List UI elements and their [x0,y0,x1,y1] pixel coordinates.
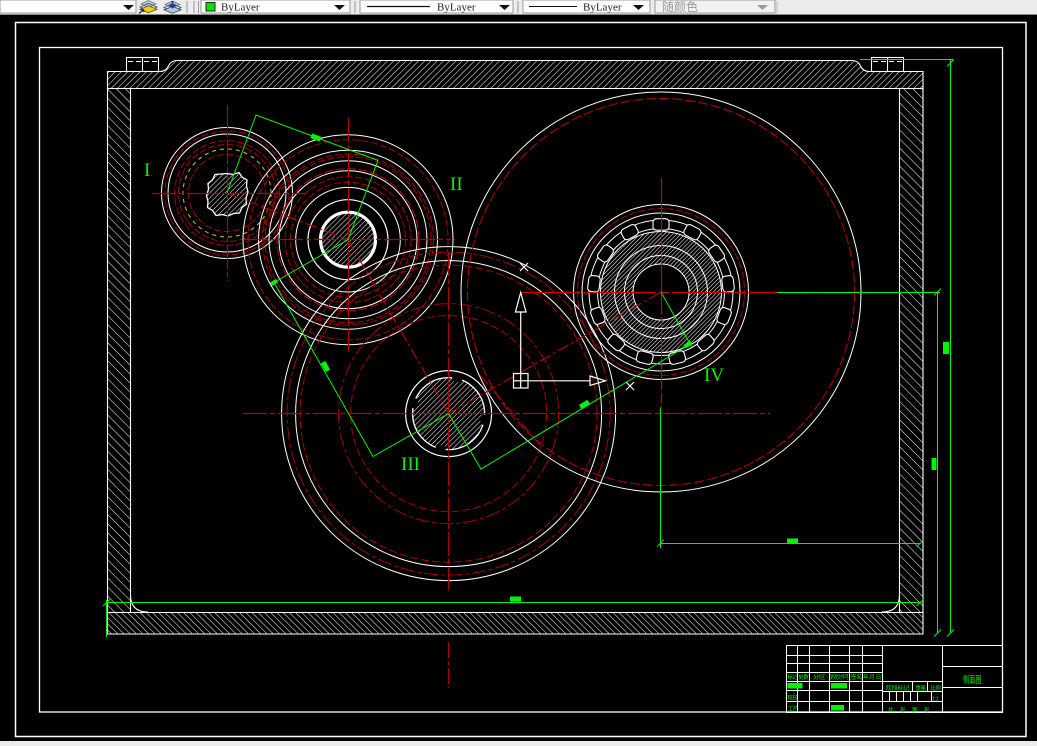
svg-text:阶段标记: 阶段标记 [886,684,910,692]
svg-text:ByLayer: ByLayer [221,2,260,14]
svg-text:重量: 重量 [916,684,927,692]
svg-text:IV: IV [704,365,724,386]
svg-text:随颜色: 随颜色 [662,0,698,14]
svg-text:共: 共 [888,706,894,714]
svg-text:比例: 比例 [931,684,942,692]
svg-text:张: 张 [900,706,906,714]
svg-text:处数: 处数 [799,673,810,681]
svg-text:ByLayer: ByLayer [583,2,622,14]
svg-text:第: 第 [912,706,918,714]
svg-text:工艺: 工艺 [788,706,799,713]
svg-text:分区: 分区 [813,673,826,681]
svg-text:更改文件号: 更改文件号 [830,673,849,681]
svg-text:I: I [144,160,150,181]
svg-text:年.月.日: 年.月.日 [863,673,881,681]
svg-text:张: 张 [924,706,930,714]
svg-text:标记: 标记 [788,673,798,681]
svg-text:侧面图: 侧面图 [963,674,982,686]
svg-text:校核: 校核 [788,694,799,702]
svg-text:1:1: 1:1 [932,697,939,703]
svg-text:III: III [401,454,420,475]
svg-text:签名: 签名 [850,673,862,681]
svg-text:II: II [450,174,463,195]
svg-text:ByLayer: ByLayer [437,2,476,14]
